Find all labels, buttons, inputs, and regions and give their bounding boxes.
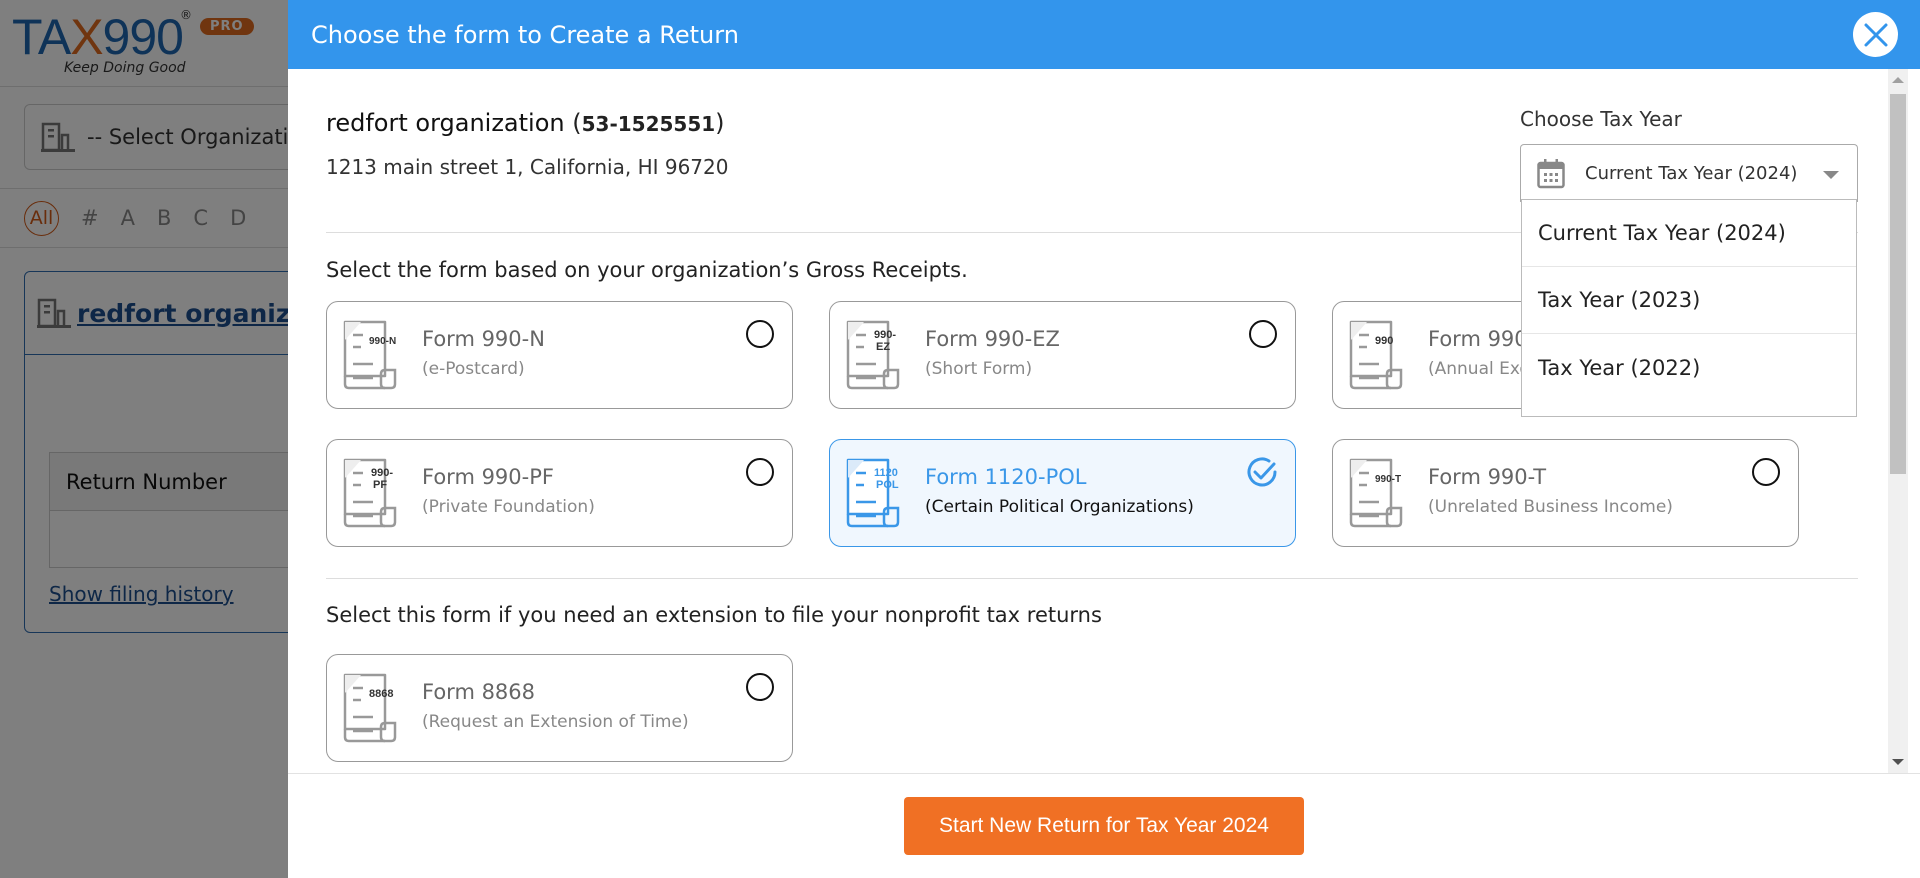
modal-footer: Start New Return for Tax Year 2024 [288, 773, 1920, 878]
close-icon [1864, 23, 1887, 46]
radio-button[interactable] [746, 320, 774, 348]
svg-text:POL: POL [876, 479, 899, 491]
form-name: Form 8868 [422, 680, 536, 704]
organization-address: 1213 main street 1, California, HI 96720 [326, 155, 729, 179]
start-new-return-button[interactable]: Start New Return for Tax Year 2024 [904, 797, 1304, 855]
form-document-icon: 1120 POL [844, 456, 908, 532]
organization-ein: 53-1525551 [581, 112, 716, 136]
form-card-form-990-n[interactable]: 990-N Form 990-N (e-Postcard) [326, 301, 793, 409]
form-description: (e-Postcard) [422, 359, 525, 379]
modal-title: Choose the form to Create a Return [311, 20, 739, 49]
form-name: Form 1120-POL [925, 465, 1087, 489]
selected-check-icon[interactable] [1245, 455, 1279, 493]
form-card-form-990-pf[interactable]: 990- PF Form 990-PF (Private Foundation) [326, 439, 793, 547]
form-document-icon: 990 [1347, 318, 1411, 394]
form-card-form-990-t[interactable]: 990-T Form 990-T (Unrelated Business Inc… [1332, 439, 1799, 547]
form-description: (Annual Exe [1428, 359, 1530, 379]
tax-year-selected-value: Current Tax Year (2024) [1585, 163, 1798, 184]
create-return-modal: Choose the form to Create a Return redfo… [288, 0, 1920, 878]
radio-button[interactable] [1752, 458, 1780, 486]
scroll-down-arrow-icon[interactable] [1892, 759, 1904, 765]
divider [326, 578, 1858, 579]
scroll-up-arrow-icon[interactable] [1892, 77, 1904, 83]
radio-button[interactable] [746, 673, 774, 701]
modal-scrollbar[interactable] [1888, 69, 1908, 773]
form-description: (Certain Political Organizations) [925, 497, 1194, 517]
close-button[interactable] [1853, 12, 1898, 57]
form-document-icon: 8868 [341, 671, 405, 747]
form-description: (Private Foundation) [422, 497, 595, 517]
modal-header: Choose the form to Create a Return [288, 0, 1920, 69]
form-description: (Short Form) [925, 359, 1033, 379]
scrollbar-thumb[interactable] [1890, 94, 1906, 474]
svg-text:8868: 8868 [369, 688, 393, 700]
radio-button[interactable] [1249, 320, 1277, 348]
chevron-down-icon [1823, 171, 1839, 179]
form-document-icon: 990-N [341, 318, 405, 394]
svg-text:EZ: EZ [876, 341, 890, 353]
svg-text:990-T: 990-T [1375, 474, 1401, 485]
form-name: Form 990 [1428, 327, 1528, 351]
svg-text:PF: PF [373, 479, 387, 491]
tax-year-option-2022[interactable]: Tax Year (2022) [1522, 334, 1856, 401]
radio-button[interactable] [746, 458, 774, 486]
tax-year-option-2024[interactable]: Current Tax Year (2024) [1522, 200, 1856, 267]
form-name: Form 990-PF [422, 465, 554, 489]
form-name: Form 990-N [422, 327, 545, 351]
organization-name: redfort organization (53-1525551) [326, 109, 725, 137]
tax-year-label: Choose Tax Year [1520, 107, 1682, 131]
extension-section-label: Select this form if you need an extensio… [326, 603, 1102, 627]
modal-body: redfort organization (53-1525551) 1213 m… [288, 69, 1888, 773]
form-document-icon: 990- PF [341, 456, 405, 532]
form-description: (Unrelated Business Income) [1428, 497, 1673, 517]
tax-year-dropdown-menu: Current Tax Year (2024) Tax Year (2023) … [1521, 199, 1857, 417]
calendar-icon [1537, 158, 1565, 188]
svg-text:990-: 990- [371, 467, 393, 479]
svg-text:990-N: 990-N [369, 336, 396, 347]
organization-name-text: redfort organization [326, 109, 565, 137]
svg-text:990-: 990- [874, 329, 896, 341]
form-document-icon: 990-T [1347, 456, 1411, 532]
svg-text:1120: 1120 [874, 467, 898, 479]
form-card-form-1120-pol[interactable]: 1120 POL Form 1120-POL (Certain Politica… [829, 439, 1296, 547]
tax-year-option-2023[interactable]: Tax Year (2023) [1522, 267, 1856, 334]
tax-year-select[interactable]: Current Tax Year (2024) [1520, 144, 1858, 202]
form-card-form-8868[interactable]: 8868 Form 8868 (Request an Extension of … [326, 654, 793, 762]
form-document-icon: 990- EZ [844, 318, 908, 394]
form-name: Form 990-T [1428, 465, 1547, 489]
form-description: (Request an Extension of Time) [422, 712, 689, 732]
gross-receipts-section-label: Select the form based on your organizati… [326, 258, 968, 282]
svg-text:990: 990 [1375, 335, 1393, 347]
form-name: Form 990-EZ [925, 327, 1060, 351]
form-card-form-990-ez[interactable]: 990- EZ Form 990-EZ (Short Form) [829, 301, 1296, 409]
